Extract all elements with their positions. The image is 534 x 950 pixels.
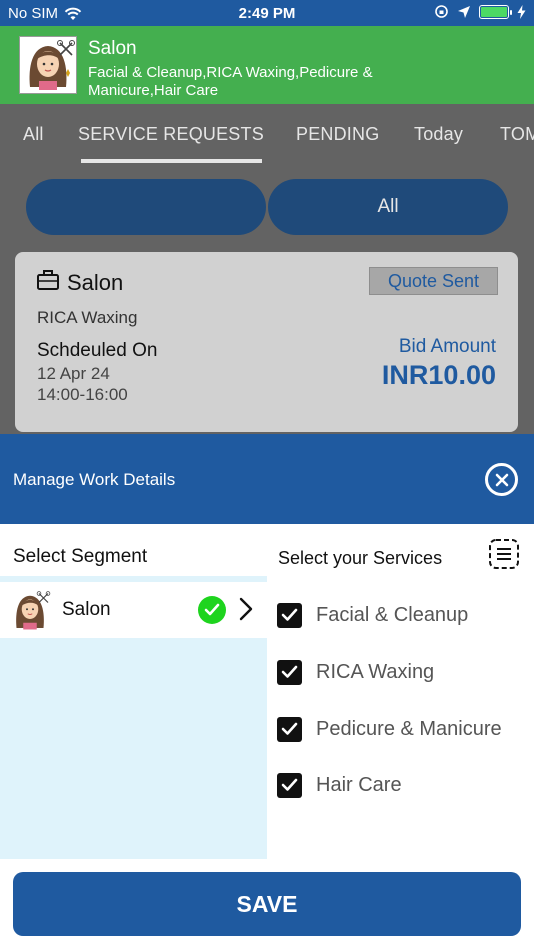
tab-tomorrow[interactable]: TOM xyxy=(500,124,534,145)
close-icon xyxy=(495,473,508,486)
service-item[interactable]: Facial & Cleanup xyxy=(277,600,468,630)
checkbox-checked-icon[interactable] xyxy=(277,716,302,742)
segment-label: Salon xyxy=(62,599,111,620)
filter-left-button[interactable] xyxy=(26,179,266,235)
tab-bar: All SERVICE REQUESTS PENDING Today TOM xyxy=(0,104,534,164)
scheduled-label: Schdeuled On xyxy=(37,340,158,361)
segment-item-salon[interactable]: Salon xyxy=(0,582,267,638)
service-item[interactable]: Hair Care xyxy=(277,770,402,800)
bid-amount-label: Bid Amount xyxy=(398,336,496,357)
charging-icon xyxy=(517,4,526,19)
active-tab-indicator xyxy=(81,159,262,163)
check-circle-icon xyxy=(198,596,226,624)
services-heading: Select your Services xyxy=(278,548,443,568)
location-icon xyxy=(458,5,470,18)
segment-heading: Select Segment xyxy=(13,546,148,567)
status-bar: No SIM 2:49 PM xyxy=(0,0,534,26)
tab-today[interactable]: Today xyxy=(414,124,463,145)
request-card[interactable]: Salon Quote Sent RICA Waxing Schdeuled O… xyxy=(15,252,518,432)
service-item[interactable]: Pedicure & Manicure xyxy=(277,714,502,744)
service-label: RICA Waxing xyxy=(316,660,435,683)
chevron-right-icon xyxy=(239,597,253,621)
battery-icon xyxy=(479,4,512,19)
salon-avatar-icon xyxy=(16,591,51,630)
status-badge: Quote Sent xyxy=(369,267,498,295)
background-content: All SERVICE REQUESTS PENDING Today TOM A… xyxy=(0,104,534,434)
header-subtitle: Facial & Cleanup,RICA Waxing,Pedicure & … xyxy=(88,64,373,99)
header-title: Salon xyxy=(88,38,137,59)
salon-avatar-icon xyxy=(19,36,77,94)
select-all-list-icon[interactable] xyxy=(488,538,520,570)
service-item[interactable]: RICA Waxing xyxy=(277,657,434,687)
tab-service-requests[interactable]: SERVICE REQUESTS xyxy=(78,124,264,145)
services-panel: Select your Services Facial & Cleanup RI… xyxy=(267,524,534,859)
segment-header: Salon Facial & Cleanup,RICA Waxing,Pedic… xyxy=(0,26,534,104)
checkbox-checked-icon[interactable] xyxy=(277,602,302,628)
service-label: Facial & Cleanup xyxy=(316,603,469,626)
briefcase-icon xyxy=(37,270,59,290)
bid-amount-value: INR10.00 xyxy=(381,360,496,390)
sheet-title: Manage Work Details xyxy=(13,470,176,489)
save-button[interactable]: SAVE xyxy=(13,872,521,936)
service-label: Hair Care xyxy=(316,773,402,796)
card-service: RICA Waxing xyxy=(37,308,138,327)
checkbox-checked-icon[interactable] xyxy=(277,659,302,685)
save-bar: SAVE xyxy=(0,859,534,950)
segment-panel: Select Segment Salon xyxy=(0,524,267,859)
card-title: Salon xyxy=(67,270,124,295)
filter-all-button[interactable]: All xyxy=(268,179,508,235)
sheet-header: Manage Work Details xyxy=(0,434,534,524)
close-button[interactable] xyxy=(485,463,518,496)
tab-all[interactable]: All xyxy=(23,124,44,145)
scheduled-time: 14:00-16:00 xyxy=(37,385,128,404)
checkbox-checked-icon[interactable] xyxy=(277,772,302,798)
tab-pending[interactable]: PENDING xyxy=(296,124,379,145)
service-label: Pedicure & Manicure xyxy=(316,717,502,740)
scheduled-date: 12 Apr 24 xyxy=(37,364,110,383)
orientation-lock-icon xyxy=(435,5,448,18)
